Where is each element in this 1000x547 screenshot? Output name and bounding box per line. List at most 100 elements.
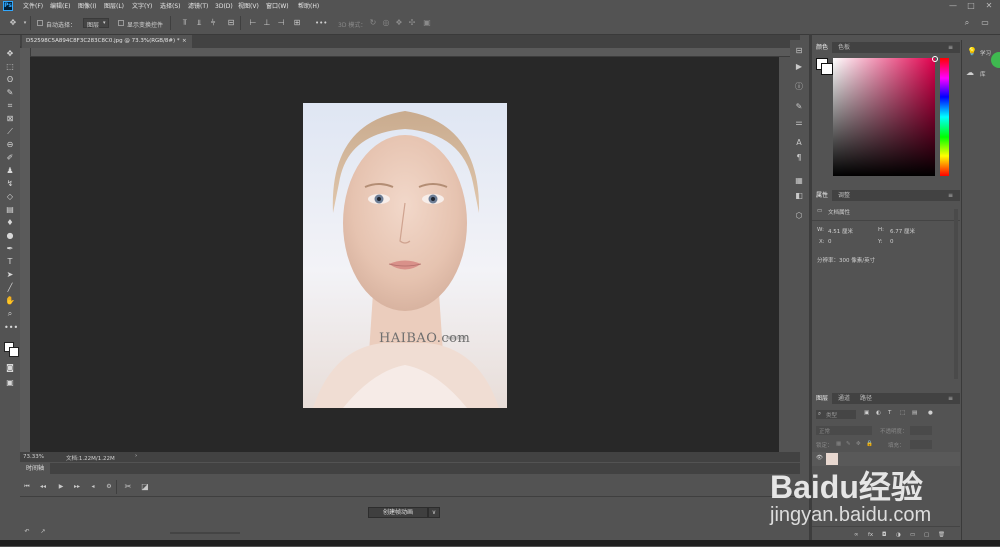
- properties-scrollbar[interactable]: [954, 209, 958, 379]
- 3d-cube-icon[interactable]: ⬡: [794, 211, 804, 221]
- lightbulb-icon[interactable]: 💡: [967, 47, 977, 56]
- zoom-level[interactable]: 73.33%: [23, 454, 44, 460]
- libraries-icon[interactable]: ☁: [966, 68, 974, 77]
- dodge-tool-icon[interactable]: ●: [4, 230, 16, 241]
- render-icon[interactable]: ↗: [38, 527, 48, 537]
- lasso-tool-icon[interactable]: ʘ: [4, 74, 16, 85]
- settings-icon[interactable]: ⚙: [104, 482, 114, 492]
- transition-icon[interactable]: ◪: [140, 482, 150, 492]
- lock-brush-icon[interactable]: ✎: [846, 441, 851, 447]
- close-tab-icon[interactable]: ×: [182, 35, 187, 48]
- swatches-icon[interactable]: ▦: [794, 176, 804, 186]
- auto-select-dropdown[interactable]: 图层 ▾: [83, 18, 109, 29]
- timeline-tab[interactable]: 时间轴: [20, 463, 50, 474]
- workspace-icon[interactable]: ▭: [980, 18, 990, 28]
- hue-slider[interactable]: [940, 58, 949, 176]
- 3d-roll-icon[interactable]: ◎: [381, 18, 391, 28]
- height-value[interactable]: 6.77 厘米: [890, 227, 915, 235]
- history-icon[interactable]: ⊟: [794, 46, 804, 56]
- align-hcenter-icon[interactable]: ⊥: [262, 18, 272, 28]
- screen-mode-icon[interactable]: ▣: [4, 377, 16, 388]
- align-bottom-icon[interactable]: ⫩: [208, 18, 218, 28]
- info-icon[interactable]: ⓘ: [794, 82, 804, 92]
- actions-play-icon[interactable]: ▶: [794, 62, 804, 72]
- 3d-rotate-icon[interactable]: ↻: [368, 18, 378, 28]
- tab-swatches[interactable]: 色板: [838, 42, 850, 53]
- filter-pixel-icon[interactable]: ▣: [864, 410, 869, 416]
- eyedropper-tool-icon[interactable]: ⟋: [4, 126, 16, 137]
- next-frame-icon[interactable]: ▸▸: [72, 482, 82, 492]
- document-canvas-image[interactable]: HAIBAO.com 海报时尚网: [303, 103, 507, 408]
- first-frame-icon[interactable]: ⏮: [22, 482, 32, 492]
- lock-all-icon[interactable]: 🔒: [866, 441, 873, 447]
- menu-file[interactable]: 文件(F): [23, 2, 43, 11]
- filter-toggle-icon[interactable]: ●: [928, 410, 933, 416]
- filter-adjust-icon[interactable]: ◐: [876, 410, 881, 416]
- menu-edit[interactable]: 编辑(E): [50, 2, 70, 11]
- tab-channels[interactable]: 通道: [838, 393, 850, 404]
- healing-tool-icon[interactable]: ⊖: [4, 139, 16, 150]
- panel-menu-icon[interactable]: ≡: [948, 393, 953, 404]
- fill-input[interactable]: [910, 440, 932, 449]
- align-top-icon[interactable]: ⫪: [180, 18, 190, 28]
- chevron-down-icon[interactable]: ∨: [428, 507, 440, 518]
- auto-select-checkbox[interactable]: [37, 20, 43, 26]
- menu-window[interactable]: 窗口(W): [266, 2, 289, 11]
- opacity-input[interactable]: [910, 426, 932, 435]
- distribute-icon[interactable]: ⊟: [226, 18, 236, 28]
- menu-select[interactable]: 选择(S): [160, 2, 181, 11]
- gradient-tool-icon[interactable]: ▤: [4, 204, 16, 215]
- distribute-h-icon[interactable]: ⊞: [292, 18, 302, 28]
- type-tool-icon[interactable]: T: [4, 256, 16, 267]
- document-tab[interactable]: D52598C5A894C8F3C283C8C0.jpg @ 73.3%(RGB…: [22, 35, 192, 48]
- background-color-swatch[interactable]: [9, 347, 19, 357]
- character-icon[interactable]: A: [794, 138, 804, 148]
- tab-layers[interactable]: 图层: [812, 393, 833, 404]
- frame-tool-icon[interactable]: ⊠: [4, 113, 16, 124]
- background-color-swatch[interactable]: [821, 63, 833, 75]
- menu-image[interactable]: 图像(I): [78, 2, 96, 11]
- learn-label[interactable]: 学习: [980, 49, 991, 57]
- tab-properties[interactable]: 属性: [812, 190, 833, 201]
- chevron-down-icon[interactable]: ▾: [20, 18, 30, 28]
- lock-move-icon[interactable]: ✥: [856, 441, 861, 447]
- quick-select-tool-icon[interactable]: ✎: [4, 87, 16, 98]
- layer-filter-dropdown[interactable]: ⌕ 类型: [816, 410, 856, 419]
- menu-filter[interactable]: 滤镜(T): [188, 2, 208, 11]
- audio-icon[interactable]: ◂: [88, 482, 98, 492]
- menu-type[interactable]: 文字(Y): [132, 2, 152, 11]
- more-tools-icon[interactable]: •••: [4, 322, 18, 333]
- status-arrow-icon[interactable]: ›: [135, 453, 137, 459]
- timeline-zoom-slider[interactable]: [170, 532, 240, 534]
- marquee-tool-icon[interactable]: ⬚: [4, 61, 16, 72]
- minimize-icon[interactable]: —: [946, 1, 960, 11]
- filter-smart-icon[interactable]: ▤: [912, 410, 917, 416]
- color-saturation-field[interactable]: [833, 56, 938, 176]
- color-picker-handle[interactable]: [932, 56, 938, 62]
- align-vcenter-icon[interactable]: ⫫: [194, 18, 204, 28]
- paragraph-icon[interactable]: ¶: [794, 153, 804, 163]
- brush-tool-icon[interactable]: ✐: [4, 152, 16, 163]
- x-value[interactable]: 0: [828, 239, 832, 245]
- align-left-icon[interactable]: ⊢: [248, 18, 258, 28]
- filter-type-icon[interactable]: T: [888, 410, 891, 416]
- menu-view[interactable]: 视图(V): [238, 2, 259, 11]
- show-transform-checkbox[interactable]: [118, 20, 124, 26]
- library-label[interactable]: 库: [980, 70, 986, 78]
- maximize-icon[interactable]: □: [964, 1, 978, 11]
- photoshop-logo-icon[interactable]: Ps: [3, 1, 13, 11]
- close-window-icon[interactable]: ✕: [982, 1, 996, 11]
- quick-mask-icon[interactable]: ◙: [4, 362, 16, 373]
- search-icon[interactable]: ⌕: [962, 18, 972, 28]
- tab-paths[interactable]: 路径: [860, 393, 872, 404]
- 3d-drag-icon[interactable]: ❖: [394, 18, 404, 28]
- pen-tool-icon[interactable]: ✒: [4, 243, 16, 254]
- play-icon[interactable]: ▶: [56, 482, 66, 492]
- hand-tool-icon[interactable]: ✋: [4, 295, 16, 306]
- filter-shape-icon[interactable]: ⬚: [900, 410, 905, 416]
- lock-pixels-icon[interactable]: ▦: [836, 441, 841, 447]
- adjust-sliders-icon[interactable]: ⚌: [794, 118, 804, 128]
- create-frame-animation-button[interactable]: 创建帧动画: [368, 507, 428, 518]
- brush-settings-icon[interactable]: ✎: [794, 102, 804, 112]
- path-select-tool-icon[interactable]: ➤: [4, 269, 16, 280]
